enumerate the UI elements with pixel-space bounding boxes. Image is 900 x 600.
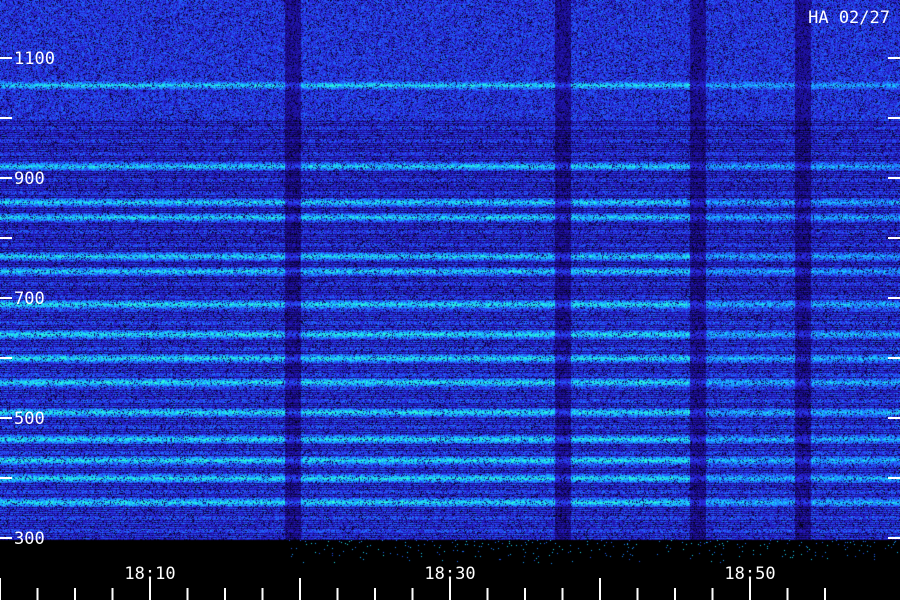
y-tick-label: 500: [14, 409, 45, 429]
x-tick-label: 18:50: [724, 564, 775, 584]
y-ticks-right: [888, 57, 900, 539]
y-tick-label: 700: [14, 289, 45, 309]
station-date-label: HA 02/27: [808, 8, 890, 28]
y-tick-label: 1100: [14, 49, 55, 69]
y-ticks-left: [0, 57, 12, 539]
y-tick-label: 300: [14, 529, 45, 549]
x-tick-label: 18:30: [424, 564, 475, 584]
axes-overlay: 300 500 700 900 1100 18:10 18:30 18:50 H…: [0, 8, 900, 600]
x-tick-label: 18:10: [124, 564, 175, 584]
x-tick-labels: 18:10 18:30 18:50: [124, 564, 775, 584]
y-tick-label: 900: [14, 169, 45, 189]
y-tick-labels: 300 500 700 900 1100: [14, 49, 55, 549]
